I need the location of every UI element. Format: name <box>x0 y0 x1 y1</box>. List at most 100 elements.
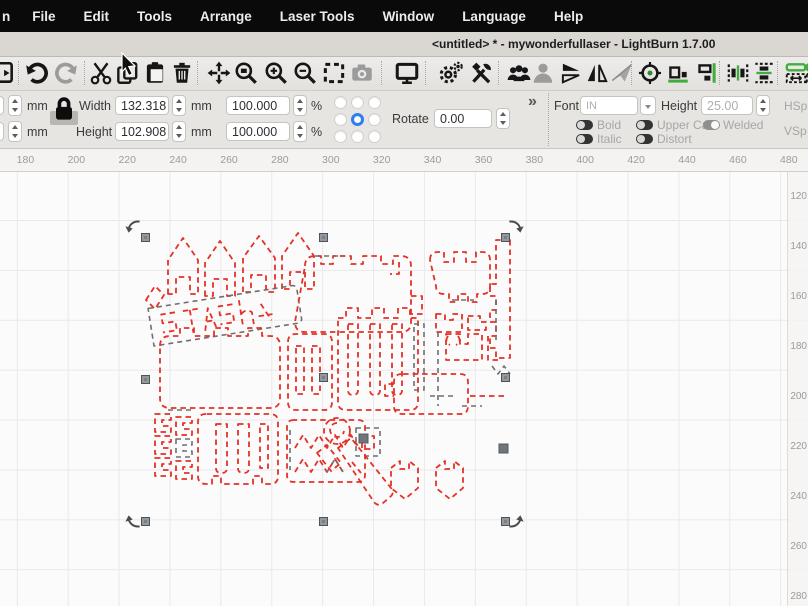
more-options-chevron[interactable]: » <box>528 93 537 111</box>
user-icon[interactable] <box>530 60 556 86</box>
ruler-tick-label: 120 <box>788 172 808 222</box>
width-stepper[interactable] <box>172 95 186 116</box>
paste-icon[interactable] <box>142 60 168 86</box>
font-combo[interactable]: IN Alternate <box>580 96 638 115</box>
pan-icon[interactable] <box>206 60 232 86</box>
menu-item[interactable]: Edit <box>70 9 124 24</box>
horizontal-ruler: 1802002202402602803003203403603804004204… <box>0 149 808 172</box>
rotate-handle-top-left-icon[interactable] <box>124 218 146 240</box>
redo-icon[interactable] <box>53 60 79 86</box>
anchor-dot[interactable] <box>334 113 347 126</box>
ruler-tick-label: 480 <box>763 149 808 171</box>
selection-handle-middle-left[interactable] <box>141 375 150 384</box>
anchor-dot[interactable] <box>351 96 364 109</box>
settings-icon[interactable] <box>438 60 464 86</box>
anchor-dot[interactable] <box>368 130 381 143</box>
anchor-dot[interactable] <box>334 96 347 109</box>
focus-icon[interactable] <box>637 60 663 86</box>
selection-handle-top-middle[interactable] <box>319 233 328 242</box>
zoom-in-icon[interactable] <box>263 60 289 86</box>
width-percent-stepper[interactable] <box>293 95 307 116</box>
frame-selection-icon[interactable] <box>321 60 347 86</box>
selection-handle-center[interactable] <box>319 373 328 382</box>
team-icon[interactable] <box>506 60 532 86</box>
ruler-tick-label: 400 <box>560 149 611 171</box>
zoom-to-page-icon[interactable] <box>233 60 259 86</box>
menu-item[interactable]: Tools <box>123 9 186 24</box>
anchor-dot[interactable] <box>368 96 381 109</box>
preview-icon[interactable] <box>394 60 420 86</box>
height-input[interactable]: 102.908 <box>115 122 169 141</box>
zoom-out-icon[interactable] <box>292 60 318 86</box>
anchor-dot[interactable] <box>334 130 347 143</box>
selection-handle-middle-right[interactable] <box>501 373 510 382</box>
align-right-icon[interactable] <box>693 60 719 86</box>
rotate-stepper[interactable] <box>496 108 510 129</box>
width-unit-label: mm <box>191 99 212 113</box>
rotate-handle-top-right-icon[interactable] <box>503 218 525 240</box>
rotate-handle-bottom-right-icon[interactable] <box>503 508 525 530</box>
y-position-stepper[interactable] <box>8 121 22 142</box>
align-bottom-icon[interactable] <box>665 60 691 86</box>
anchor-dot-selected[interactable] <box>351 113 364 126</box>
height-percent-stepper[interactable] <box>293 121 307 142</box>
ruler-tick-label: 200 <box>788 372 808 422</box>
ruler-tick-label: 320 <box>356 149 407 171</box>
width-percent-input[interactable]: 100.000 <box>226 96 290 115</box>
width-label: Width <box>79 99 111 113</box>
width-input[interactable]: 132.318 <box>115 96 169 115</box>
cut-artwork[interactable] <box>0 172 808 606</box>
ruler-tick-label: 180 <box>0 149 51 171</box>
ruler-tick-label: 420 <box>611 149 662 171</box>
rotate-handle-bottom-left-icon[interactable] <box>124 508 146 530</box>
anchor-point-grid[interactable] <box>334 96 382 144</box>
distort-toggle[interactable] <box>636 134 653 144</box>
font-label: Font <box>554 99 579 113</box>
flip-horizontal-icon[interactable] <box>584 60 610 86</box>
ruler-tick-label: 340 <box>407 149 458 171</box>
font-combo-dropdown-icon[interactable] <box>640 96 656 115</box>
height-stepper[interactable] <box>172 121 186 142</box>
toolbar-separator <box>84 61 85 85</box>
toolbar-separator <box>719 61 720 85</box>
ruler-tick-label: 260 <box>788 521 808 571</box>
welded-toggle[interactable] <box>703 120 720 130</box>
rotate-input[interactable]: 0.00 <box>434 109 492 128</box>
menu-bar: n FileEditToolsArrangeLaser ToolsWindowL… <box>0 0 808 32</box>
cut-icon[interactable] <box>88 60 114 86</box>
menu-item[interactable]: Laser Tools <box>266 9 369 24</box>
camera-icon[interactable] <box>349 60 375 86</box>
menu-item[interactable]: File <box>18 9 69 24</box>
menu-item[interactable]: Language <box>448 9 540 24</box>
italic-toggle[interactable] <box>576 134 593 144</box>
y-position-input[interactable] <box>0 122 4 141</box>
toolbar-separator <box>498 61 499 85</box>
ruler-tick-label: 180 <box>788 322 808 372</box>
undo-icon[interactable] <box>24 60 50 86</box>
distribute-horizontal-icon[interactable] <box>725 60 751 86</box>
x-position-input[interactable] <box>0 96 4 115</box>
menu-item[interactable]: Help <box>540 9 597 24</box>
height-percent-input[interactable]: 100.000 <box>226 122 290 141</box>
menu-item[interactable]: Window <box>369 9 449 24</box>
distribute-vertical-icon[interactable] <box>751 60 777 86</box>
upper-case-toggle[interactable] <box>636 120 653 130</box>
selection-handle-bottom-middle[interactable] <box>319 517 328 526</box>
workspace-canvas[interactable] <box>0 172 808 606</box>
lock-aspect-icon[interactable] <box>51 93 77 128</box>
import-icon[interactable] <box>0 60 16 86</box>
machine-settings-icon[interactable] <box>468 60 494 86</box>
vertical-spacing-icon[interactable] <box>803 60 808 86</box>
bold-toggle[interactable] <box>576 120 593 130</box>
delete-icon[interactable] <box>169 60 195 86</box>
upper-case-label: Upper Case <box>657 118 705 132</box>
text-height-input[interactable]: 25.00 <box>701 96 753 115</box>
x-position-stepper[interactable] <box>8 95 22 116</box>
flip-vertical-icon[interactable] <box>558 60 584 86</box>
ruler-tick-label: 380 <box>509 149 560 171</box>
text-height-stepper[interactable] <box>756 95 770 116</box>
app-menu-partial[interactable]: n <box>0 9 18 24</box>
anchor-dot[interactable] <box>351 130 364 143</box>
menu-item[interactable]: Arrange <box>186 9 266 24</box>
anchor-dot[interactable] <box>368 113 381 126</box>
